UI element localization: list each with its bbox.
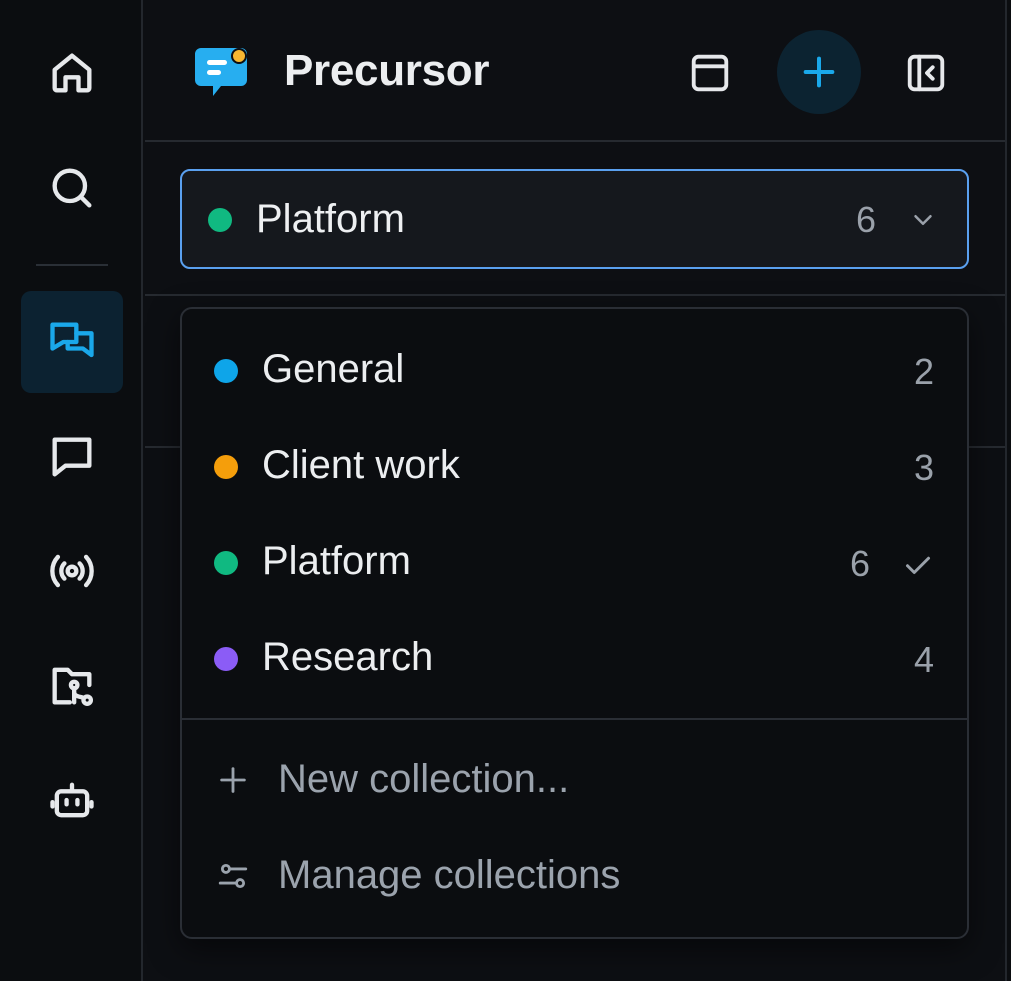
collection-selector-area: Platform 6 [145,144,1005,296]
right-panel-edge [1005,0,1011,981]
dropdown-item-research[interactable]: Research 4 [182,611,967,707]
chats-icon [50,322,94,358]
chevron-down-icon [914,215,932,225]
collection-color-dot [208,208,232,232]
new-collection-label: New collection... [278,757,570,801]
dropdown-item-count: 2 [914,351,935,392]
sliders-icon [218,863,248,889]
dropdown-item-client-work[interactable]: Client work 3 [182,419,967,515]
collection-color-dot [214,647,238,671]
rail-chats-button[interactable] [21,291,123,393]
collection-dropdown-menu: General 2 Client work 3 Platform 6 Resea… [180,307,969,939]
check-icon [906,556,930,574]
app-window: Precursor Platform 6 General 2 Client wo… [0,0,1011,981]
new-chat-button[interactable] [777,30,861,114]
collection-color-dot [214,359,238,383]
collapse-sidebar-button[interactable] [901,48,951,98]
dropdown-item-count: 6 [850,543,871,584]
dropdown-divider [182,718,967,720]
plus-icon [803,56,835,88]
search-icon [52,168,92,208]
folder-git-icon [52,667,94,707]
rail-broadcast-button[interactable] [21,520,123,622]
dropdown-item-label: General [262,347,405,391]
rail-home-button[interactable] [21,22,123,124]
layout-icon [691,54,729,92]
rail-folder-git-button[interactable] [21,634,123,736]
rail-bot-button[interactable] [21,749,123,851]
rail-messages-button[interactable] [21,406,123,508]
home-icon [52,53,92,93]
dropdown-item-count: 4 [914,639,935,680]
rail-search-button[interactable] [21,137,123,239]
new-collection-button[interactable]: New collection... [182,733,967,829]
dropdown-item-label: Platform [262,539,411,583]
message-icon [52,437,92,477]
dropdown-item-platform[interactable]: Platform 6 [182,515,967,611]
rail-divider [36,264,108,266]
bot-icon [50,782,94,818]
dropdown-item-label: Client work [262,443,460,487]
collection-color-dot [214,455,238,479]
manage-collections-label: Manage collections [278,853,621,897]
broadcast-icon [50,554,94,588]
app-logo-icon [195,48,247,96]
selected-collection-count: 6 [856,199,877,240]
dropdown-item-general[interactable]: General 2 [182,323,967,419]
manage-collections-button[interactable]: Manage collections [182,829,967,925]
dropdown-item-label: Research [262,635,434,679]
plus-icon [220,767,246,793]
dropdown-item-count: 3 [914,447,935,488]
collection-selector[interactable]: Platform 6 [180,169,969,269]
collapse-sidebar-icon [907,54,945,92]
nav-rail [0,0,143,981]
collection-color-dot [214,551,238,575]
app-title: Precursor [284,46,490,95]
selected-collection-label: Platform [256,197,405,241]
sidebar-header: Precursor [145,0,1005,142]
layout-button[interactable] [685,48,735,98]
